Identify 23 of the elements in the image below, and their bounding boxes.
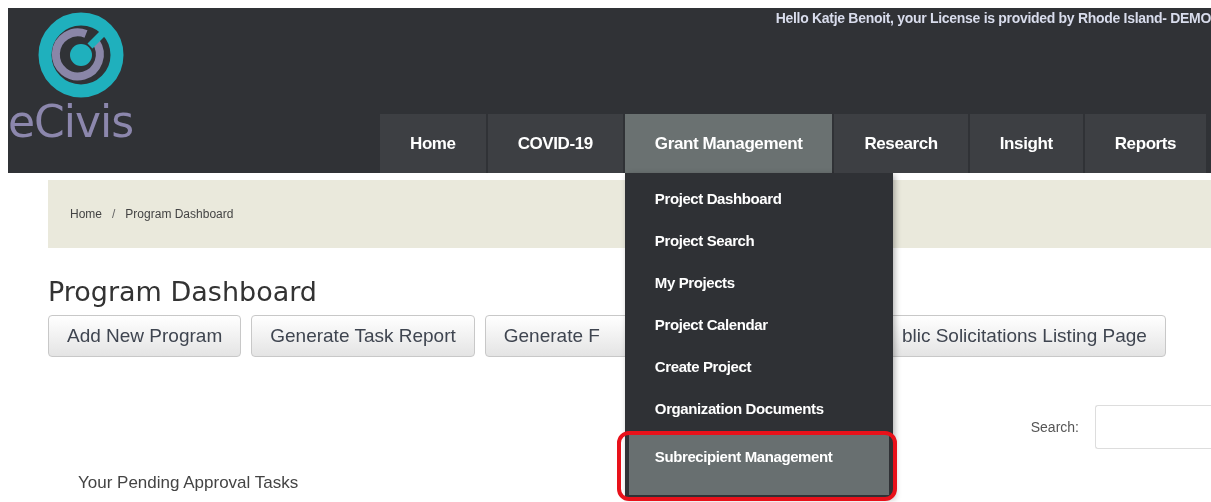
breadcrumb-item: Program Dashboard: [125, 207, 234, 221]
page-title: Program Dashboard: [48, 276, 317, 307]
nav-tab[interactable]: COVID-19: [487, 114, 623, 173]
action-button[interactable]: Add New Program: [48, 315, 242, 357]
logo-icon: [38, 12, 124, 98]
nav-tab[interactable]: Insight: [969, 114, 1083, 173]
search-field[interactable]: [1095, 405, 1211, 449]
menu-item[interactable]: Project Search: [624, 223, 893, 265]
menu-item[interactable]: My Projects: [624, 265, 893, 307]
search-label: Search:: [1030, 419, 1079, 435]
breadcrumb-separator: /: [112, 207, 116, 221]
section-heading: Your Pending Approval Tasks: [78, 473, 299, 493]
breadcrumb-item[interactable]: Home: [70, 207, 102, 221]
logo-text: eCivis: [8, 100, 134, 144]
nav-tab[interactable]: Home: [380, 114, 486, 173]
nav-tab[interactable]: Research: [834, 114, 968, 173]
menu-item[interactable]: Subrecipient Management: [628, 433, 889, 495]
nav-tab[interactable]: Reports: [1084, 114, 1207, 173]
nav-tab[interactable]: Grant Management: [624, 114, 833, 173]
menu-item[interactable]: Organization Documents: [624, 391, 893, 433]
greeting-text: Hello Katje Benoit, your License is provided by Rhode Island- DEMO: [775, 10, 1211, 26]
action-button[interactable]: Generate Task Report: [251, 315, 475, 357]
menu-item[interactable]: Project Dashboard: [624, 181, 893, 223]
